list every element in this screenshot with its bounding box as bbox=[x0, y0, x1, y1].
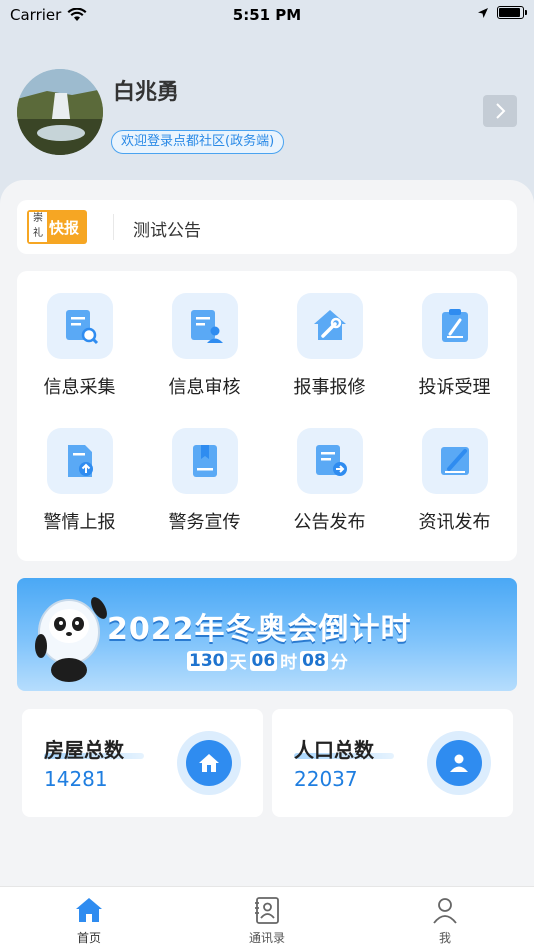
menu-item-complaint[interactable]: 投诉受理 bbox=[392, 271, 517, 401]
location-arrow-icon bbox=[478, 7, 488, 18]
menu-item-alert-report[interactable]: 警情上报 bbox=[17, 406, 142, 536]
menu-item-info-collect[interactable]: 信息采集 bbox=[17, 271, 142, 401]
menu-label: 报事报修 bbox=[293, 377, 366, 398]
home-icon bbox=[76, 898, 102, 922]
stat-value: 22037 bbox=[294, 767, 358, 791]
days-unit: 天 bbox=[229, 653, 247, 673]
bottom-tab-bar: 首页 通讯录 我 bbox=[0, 886, 534, 950]
stat-value: 14281 bbox=[44, 767, 108, 791]
stat-card-houses[interactable]: 房屋总数 14281 bbox=[22, 709, 263, 817]
notice-text[interactable]: 测试公告 bbox=[133, 216, 201, 241]
status-bar: Carrier 5:51 PM bbox=[0, 0, 534, 30]
tab-label: 通讯录 bbox=[248, 931, 285, 945]
complaint-icon bbox=[442, 309, 468, 342]
profile-icon bbox=[433, 898, 457, 924]
welcome-badge: 欢迎登录点都社区(政务端) bbox=[111, 130, 285, 154]
stat-title: 人口总数 bbox=[294, 738, 374, 762]
menu-item-announcement[interactable]: 公告发布 bbox=[267, 406, 392, 536]
news-logo: 崇礼 快报 bbox=[27, 210, 87, 244]
menu-label: 信息审核 bbox=[168, 377, 241, 398]
countdown-days: 130 bbox=[187, 650, 227, 671]
battery-icon bbox=[497, 6, 527, 19]
stat-title: 房屋总数 bbox=[44, 738, 124, 762]
alert-report-icon bbox=[68, 445, 93, 477]
menu-item-repair-report[interactable]: 报事报修 bbox=[267, 271, 392, 401]
tab-label: 首页 bbox=[76, 931, 101, 945]
notice-bar[interactable]: 崇礼 快报 测试公告 bbox=[17, 200, 517, 254]
menu-label: 公告发布 bbox=[293, 512, 366, 533]
info-collect-icon bbox=[66, 310, 99, 345]
menu-item-news-publish[interactable]: 资讯发布 bbox=[392, 406, 517, 536]
info-review-icon bbox=[191, 310, 223, 343]
tab-home[interactable]: 首页 bbox=[0, 887, 178, 950]
stat-card-population[interactable]: 人口总数 22037 bbox=[272, 709, 513, 817]
contacts-icon bbox=[255, 897, 279, 924]
banner-title: 2022年冬奥会倒计时 bbox=[107, 612, 412, 647]
menu-label: 警务宣传 bbox=[168, 512, 241, 533]
logo-text-large: 快报 bbox=[49, 219, 80, 237]
stat-icon-badge bbox=[177, 731, 241, 795]
house-icon bbox=[199, 754, 219, 772]
olympics-countdown-banner[interactable]: 2022年冬奥会倒计时 130 天 06 时 08 分 bbox=[17, 578, 517, 691]
countdown-hours: 06 bbox=[249, 650, 278, 671]
profile-detail-button[interactable] bbox=[483, 95, 517, 127]
stat-icon-badge bbox=[427, 731, 491, 795]
hours-unit: 时 bbox=[280, 653, 298, 673]
menu-label: 信息采集 bbox=[43, 377, 116, 398]
tab-contacts[interactable]: 通讯录 bbox=[178, 887, 356, 950]
menu-label: 资讯发布 bbox=[418, 512, 491, 533]
menu-label: 警情上报 bbox=[43, 512, 116, 533]
announcement-icon bbox=[316, 445, 347, 476]
person-icon bbox=[450, 754, 468, 772]
minutes-unit: 分 bbox=[330, 653, 348, 673]
countdown-minutes: 08 bbox=[300, 650, 328, 671]
logo-text-small: 崇礼 bbox=[33, 213, 43, 239]
menu-item-info-review[interactable]: 信息审核 bbox=[142, 271, 267, 401]
news-publish-icon bbox=[441, 447, 469, 475]
function-menu: 信息采集 信息审核 报事报修 投诉受理 警情上报 警务宣传 公告发布 资讯发布 bbox=[17, 271, 517, 561]
avatar[interactable] bbox=[17, 69, 103, 155]
tab-label: 我 bbox=[438, 931, 451, 945]
menu-label: 投诉受理 bbox=[418, 377, 491, 398]
mascot-illustration bbox=[35, 597, 107, 682]
user-name: 白兆勇 bbox=[113, 80, 180, 105]
menu-item-police-publicity[interactable]: 警务宣传 bbox=[142, 406, 267, 536]
police-publicity-icon bbox=[193, 445, 217, 477]
status-time: 5:51 PM bbox=[232, 6, 302, 24]
chevron-right-icon bbox=[496, 103, 506, 119]
repair-report-icon bbox=[314, 310, 346, 340]
countdown: 130 天 06 时 08 分 bbox=[187, 648, 348, 673]
tab-profile[interactable]: 我 bbox=[356, 887, 534, 950]
notice-divider bbox=[113, 214, 114, 240]
